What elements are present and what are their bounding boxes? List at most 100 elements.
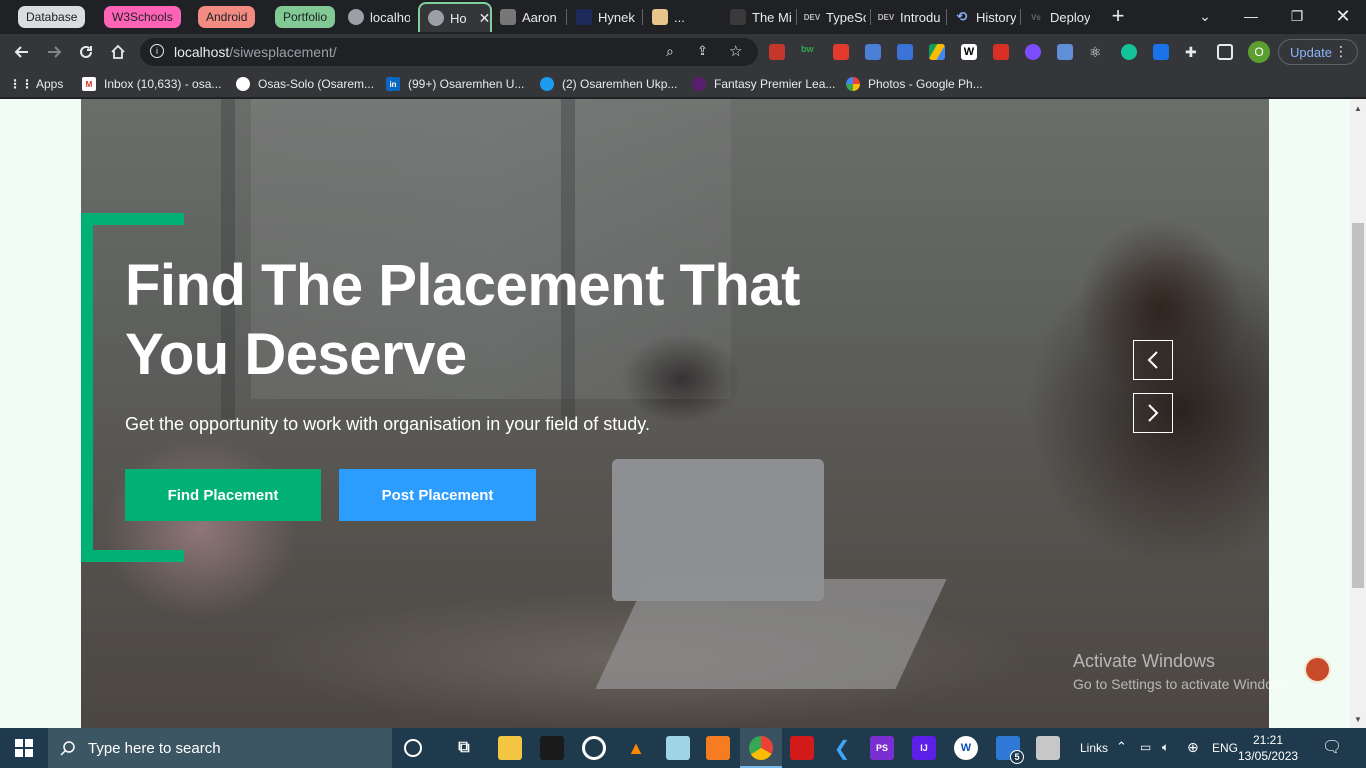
battery-icon[interactable]: ▭: [1140, 740, 1151, 754]
cortana-icon[interactable]: [404, 739, 422, 757]
floating-mascot-icon[interactable]: [1304, 656, 1331, 683]
extension-gmail-icon[interactable]: [993, 44, 1009, 60]
tab-search-chevron-icon[interactable]: ⌄: [1182, 0, 1228, 32]
tab-introduction[interactable]: DEV Introdu: [878, 2, 940, 32]
dev-icon: DEV: [804, 9, 820, 25]
network-globe-icon[interactable]: ⊕: [1187, 739, 1199, 756]
tab-typescript[interactable]: DEV TypeSc: [804, 2, 866, 32]
carousel-next-button[interactable]: [1133, 393, 1173, 433]
taskbar-search-box[interactable]: Type here to search: [48, 728, 392, 768]
chrome-icon[interactable]: [749, 736, 773, 760]
tab-character[interactable]: ...: [652, 2, 714, 32]
links-toolbar-label[interactable]: Links: [1080, 741, 1108, 755]
extension-translate-icon[interactable]: [865, 44, 881, 60]
site-info-icon[interactable]: i: [150, 44, 164, 58]
gmail-icon: M: [82, 77, 96, 91]
side-panel-icon[interactable]: [1217, 44, 1233, 60]
tab-group-android[interactable]: Android: [198, 6, 256, 28]
show-hidden-icons-chevron-icon[interactable]: ⌃: [1116, 739, 1127, 755]
zoom-magnifier-icon[interactable]: ⌕: [666, 43, 674, 60]
close-tab-icon[interactable]: ✕: [479, 10, 490, 27]
notes-app-icon[interactable]: [666, 736, 690, 760]
windows-start-button[interactable]: [0, 728, 48, 768]
tab-the-mi[interactable]: The Mi: [730, 2, 792, 32]
update-button[interactable]: Update ⋮: [1278, 39, 1358, 65]
language-indicator[interactable]: ENG: [1212, 741, 1238, 755]
tab-separator: [946, 9, 947, 25]
minimize-icon[interactable]: —: [1228, 0, 1274, 32]
vscode-icon[interactable]: ❮: [830, 736, 854, 760]
bookmark-fantasy-premier-league[interactable]: Fantasy Premier Lea...: [692, 76, 835, 92]
task-view-icon[interactable]: ⧉: [452, 736, 476, 760]
scrollbar-thumb[interactable]: [1352, 223, 1364, 588]
word-app-icon[interactable]: W: [954, 736, 978, 760]
file-explorer-icon[interactable]: [498, 736, 522, 760]
bookmark-gmail[interactable]: M Inbox (10,633) - osa...: [82, 76, 221, 92]
taskbar-clock[interactable]: 21:21 13/05/2023: [1238, 732, 1298, 764]
forward-arrow-icon[interactable]: [40, 38, 68, 66]
url-host: localhost: [174, 44, 230, 60]
bookmark-star-icon[interactable]: ☆: [729, 42, 742, 60]
update-label: Update: [1290, 44, 1332, 60]
action-center-icon[interactable]: 🗨︎: [1322, 737, 1342, 757]
tab-aaron[interactable]: Aaron: [500, 2, 562, 32]
scroll-up-icon[interactable]: ▲: [1350, 101, 1366, 115]
reload-icon[interactable]: [72, 38, 100, 66]
kebab-menu-icon[interactable]: ⋮: [1334, 43, 1348, 59]
back-arrow-icon[interactable]: [8, 38, 36, 66]
media-app-icon[interactable]: [582, 736, 606, 760]
intellij-icon[interactable]: IJ: [912, 736, 936, 760]
grammarly-icon[interactable]: [1121, 44, 1137, 60]
profile-avatar[interactable]: O: [1248, 41, 1270, 63]
tab-group-portfolio[interactable]: Portfolio: [275, 6, 336, 28]
extensions-puzzle-icon[interactable]: ✚: [1185, 44, 1201, 60]
xampp-icon[interactable]: [706, 736, 730, 760]
extension-purple-icon[interactable]: [1025, 44, 1041, 60]
carousel-prev-button[interactable]: [1133, 340, 1173, 380]
clock-time: 21:21: [1252, 733, 1284, 747]
tab-history[interactable]: ⟲ History: [954, 2, 1016, 32]
bookmark-label: (2) Osaremhen Ukp...: [562, 77, 678, 91]
tab-group-w3schools[interactable]: W3Schools: [104, 6, 181, 28]
extension-pdf-icon[interactable]: [833, 44, 849, 60]
remote-desktop-icon[interactable]: [1036, 736, 1060, 760]
windows-logo-icon: [15, 739, 33, 757]
extension-blue-icon[interactable]: [1153, 44, 1169, 60]
url-text[interactable]: localhost/siwesplacement/: [174, 44, 337, 60]
bookmark-github[interactable]: Osas-Solo (Osarem...: [236, 76, 374, 92]
tab-home-active[interactable]: Ho ✕: [418, 2, 492, 32]
acrobat-icon[interactable]: [790, 736, 814, 760]
bookmark-twitter[interactable]: (2) Osaremhen Ukp...: [540, 76, 677, 92]
bookmark-linkedin[interactable]: in (99+) Osaremhen U...: [386, 76, 524, 92]
vlc-icon[interactable]: ▲: [624, 736, 648, 760]
tab-label: localho: [370, 9, 410, 25]
share-icon[interactable]: ⇪: [697, 43, 708, 59]
close-window-icon[interactable]: ✕: [1320, 0, 1366, 32]
tab-hynek[interactable]: Hynek: [576, 2, 638, 32]
react-devtools-icon[interactable]: ⚛: [1089, 44, 1105, 60]
store-icon[interactable]: [540, 736, 564, 760]
wikipedia-icon[interactable]: W: [961, 44, 977, 60]
restore-icon[interactable]: ❐: [1274, 0, 1320, 32]
address-bar[interactable]: i localhost/siwesplacement/ ⌕ ⇪ ☆: [140, 38, 758, 66]
extension-screenshot-icon[interactable]: [1057, 44, 1073, 60]
extension-bw-icon[interactable]: bw: [801, 44, 817, 60]
home-icon[interactable]: [104, 38, 132, 66]
new-tab-plus-icon[interactable]: +: [1096, 0, 1140, 32]
tab-deploy[interactable]: Vs Deploy: [1028, 2, 1090, 32]
post-placement-button[interactable]: Post Placement: [339, 469, 536, 521]
bookmark-apps[interactable]: ⋮⋮ Apps: [9, 76, 63, 92]
bookmark-google-photos[interactable]: Photos - Google Ph...: [846, 76, 983, 92]
tab-group-database[interactable]: Database: [18, 6, 86, 28]
phpstorm-icon[interactable]: PS: [870, 736, 894, 760]
scroll-down-icon[interactable]: ▼: [1350, 712, 1366, 726]
tab-label: History: [976, 9, 1016, 25]
extension-docs-icon[interactable]: [897, 44, 913, 60]
volume-icon[interactable]: 🔈︎: [1162, 740, 1169, 755]
chevron-right-icon: [1148, 404, 1159, 422]
find-placement-button[interactable]: Find Placement: [125, 469, 321, 521]
extension-book-icon[interactable]: [769, 44, 785, 60]
google-drive-icon[interactable]: [929, 44, 945, 60]
apps-grid-icon: ⋮⋮: [9, 77, 33, 91]
tab-localhost[interactable]: localho: [348, 2, 410, 32]
